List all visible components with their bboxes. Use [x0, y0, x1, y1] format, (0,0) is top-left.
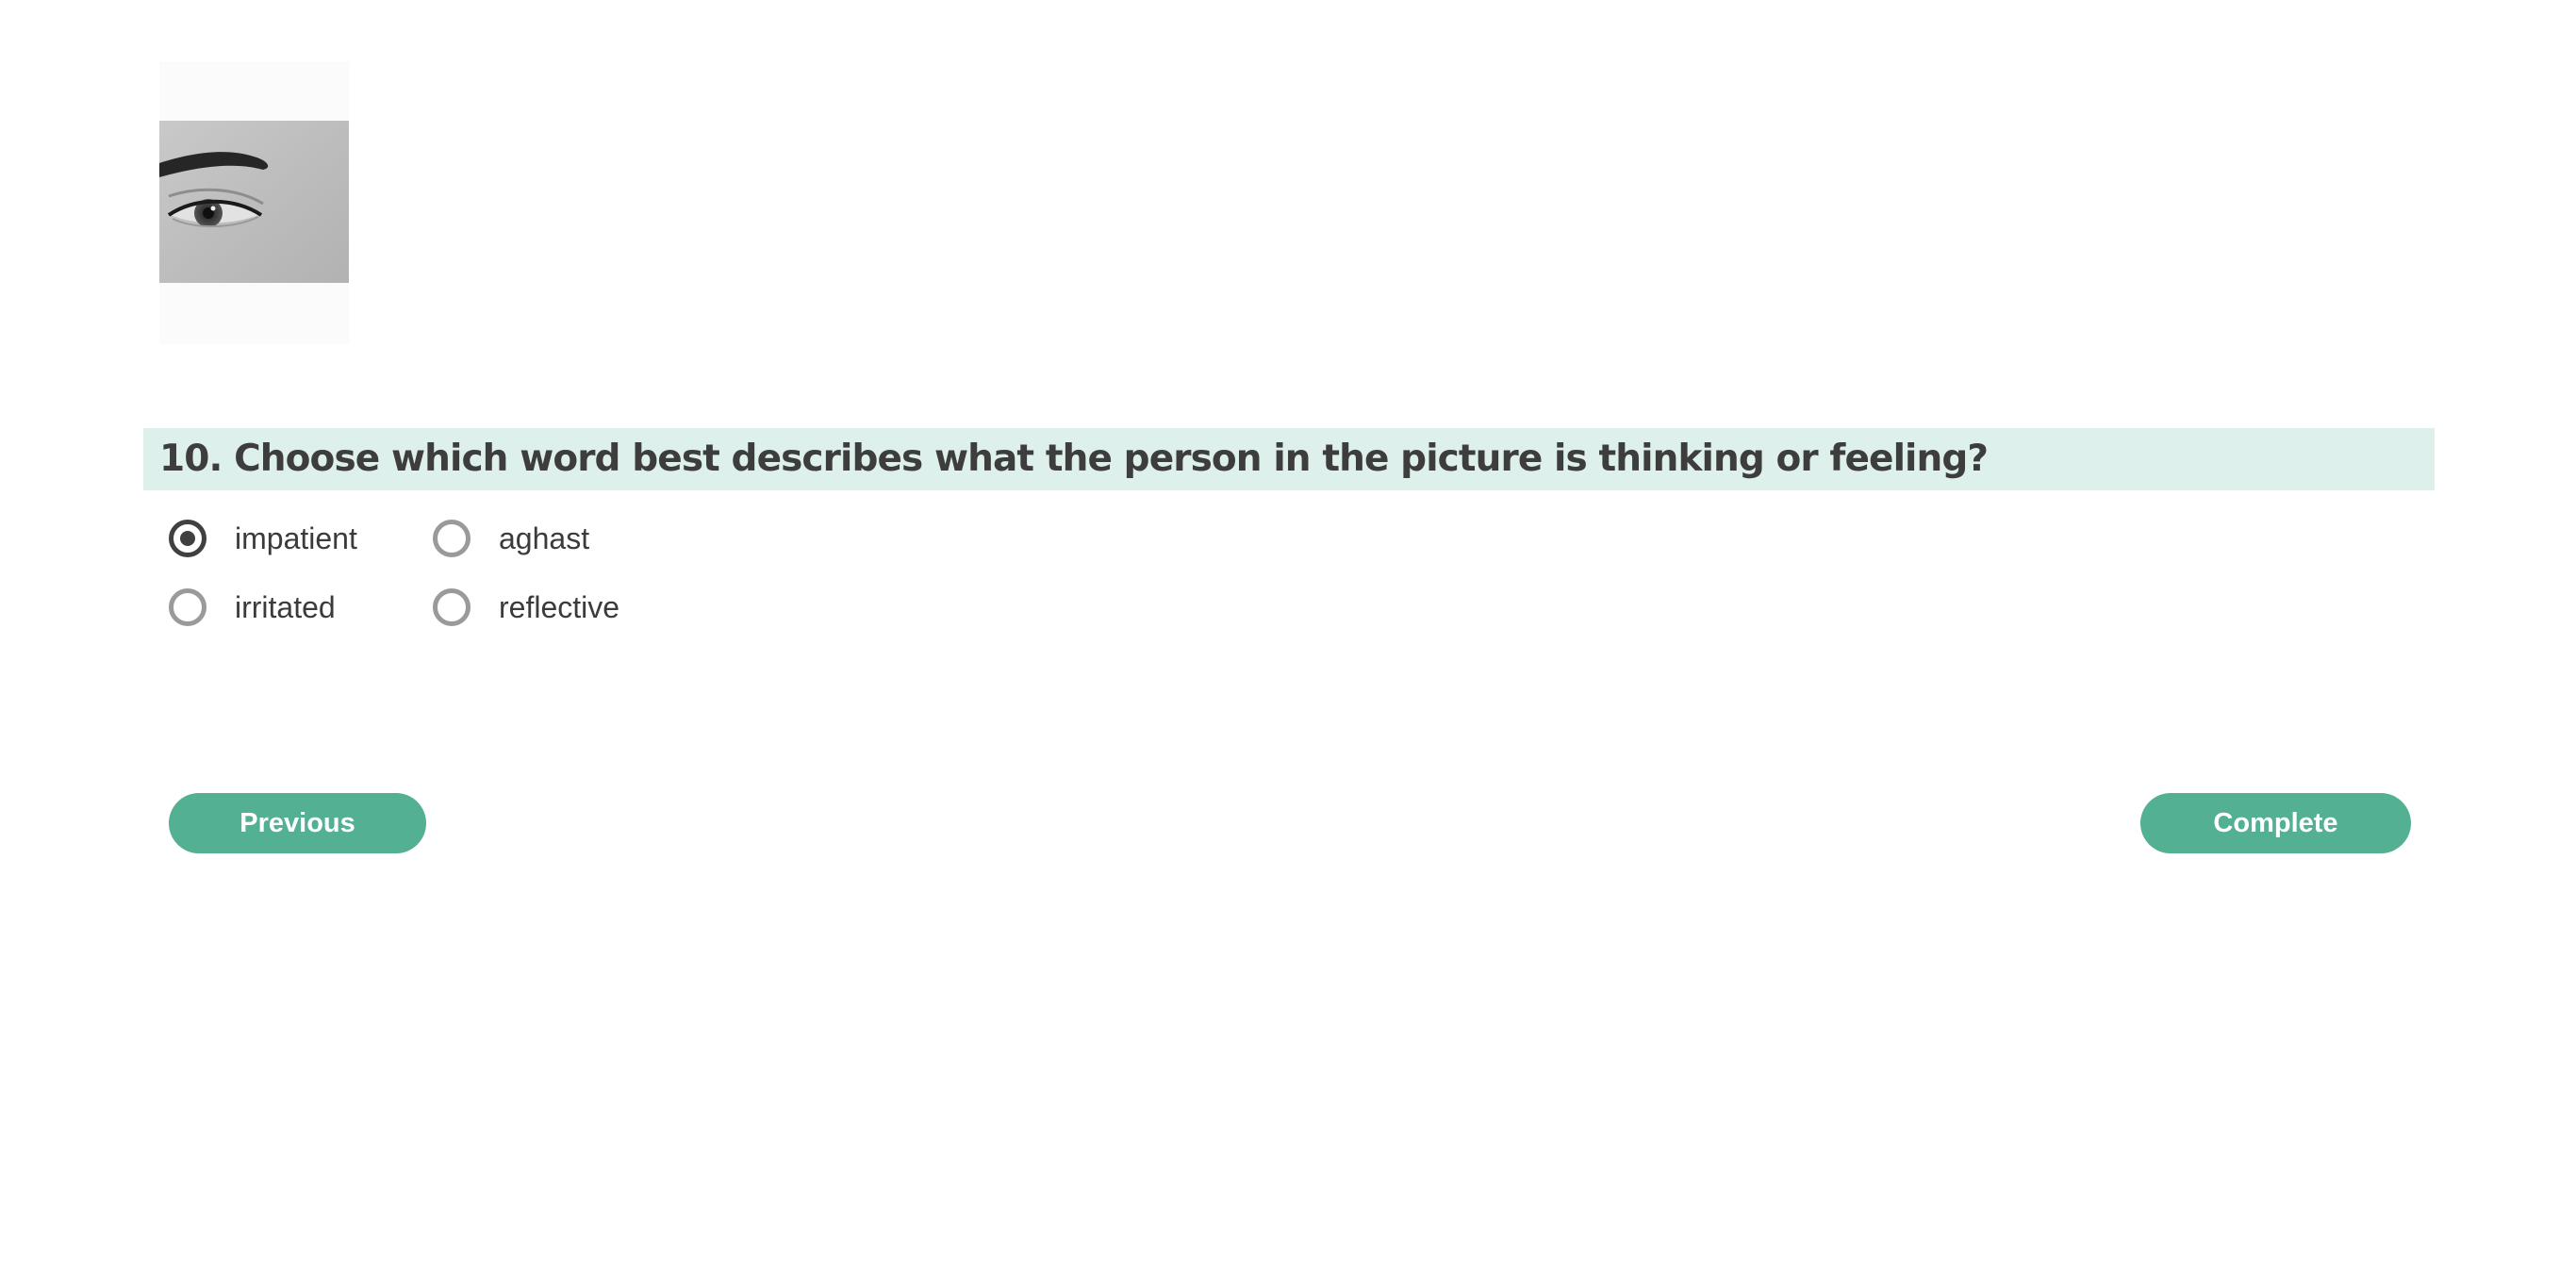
option-label: reflective: [499, 589, 620, 624]
radio-button[interactable]: [169, 588, 206, 626]
previous-button[interactable]: Previous: [169, 793, 426, 853]
option-label: impatient: [235, 521, 357, 555]
question-header: 10. Choose which word best describes wha…: [143, 428, 2435, 490]
radio-button[interactable]: [433, 520, 471, 557]
eye-photo: [159, 121, 349, 283]
complete-button[interactable]: Complete: [2140, 793, 2411, 853]
option-reflective[interactable]: reflective: [433, 584, 619, 631]
radio-button[interactable]: [169, 520, 206, 557]
option-label: irritated: [235, 589, 336, 624]
question-title: 10. Choose which word best describes wha…: [159, 438, 1989, 480]
radio-button[interactable]: [433, 588, 471, 626]
option-aghast[interactable]: aghast: [433, 515, 589, 562]
survey-page: 10. Choose which word best describes wha…: [0, 0, 2576, 1273]
option-label: aghast: [499, 521, 590, 555]
option-impatient[interactable]: impatient: [169, 515, 357, 562]
picture-frame: [159, 61, 349, 344]
option-irritated[interactable]: irritated: [169, 584, 336, 631]
